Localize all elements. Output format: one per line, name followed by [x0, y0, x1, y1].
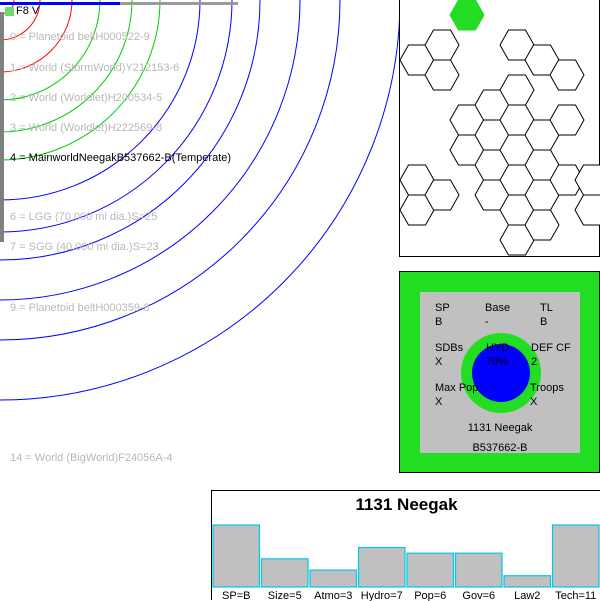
tick-label: Size=5 [268, 590, 302, 601]
orbit-ring [0, 0, 161, 161]
sdbs-value: X [435, 356, 443, 368]
orbit-label-7[interactable]: 7 = SGG (40,000 mi dia.)S=23 [10, 241, 159, 253]
orbit-ring [0, 0, 401, 401]
tick-label: Hydro=7 [361, 590, 403, 601]
tl-label: TL [540, 302, 553, 314]
def-cf-value: 2 [531, 356, 538, 368]
sp-label: SP [435, 302, 450, 314]
bar-tech-11 [551, 524, 600, 588]
def-cf-label: DEF CF [531, 342, 571, 354]
orbit-label-6[interactable]: 6 = LGG (70,000 mi dia.)S=25 [10, 211, 157, 223]
uwp-panel: SP B Base - TL B SDBs X HYD 70% DEF CF 2… [399, 271, 600, 473]
uwp-inner-panel: SP B Base - TL B SDBs X HYD 70% DEF CF 2… [420, 292, 580, 454]
bar-hydro-7 [357, 546, 406, 588]
stats-chart-panel: 1131 Neegak SP=B Size=5 Atmo=3 Hydro=7 Pop=6… [211, 490, 600, 601]
max-pop-label: Max Pop [435, 382, 479, 394]
uwp-code: B537662-B [472, 442, 528, 454]
tick-label: Gov=6 [462, 590, 495, 601]
tick-label: SP=B [222, 590, 250, 601]
bar-law2 [503, 575, 552, 588]
bar-sp-b [212, 524, 261, 588]
hyd-value: 70% [486, 356, 509, 368]
sp-value: B [435, 316, 443, 328]
base-value: - [485, 316, 489, 328]
bar-atmo-3 [309, 569, 358, 588]
hex-cell[interactable] [574, 194, 600, 226]
troops-value: X [530, 396, 538, 408]
tick-label: Law2 [514, 590, 540, 601]
base-label: Base [485, 302, 511, 314]
tick-label: Atmo=3 [314, 590, 352, 601]
orbit-label-1[interactable]: 1 = World (StormWorld)Y212153-6 [10, 62, 179, 74]
hex-cell[interactable] [574, 164, 600, 196]
tick-label: Tech=11 [555, 590, 596, 601]
orbit-label-9[interactable]: 9 = Planetoid beltH000359-8 [10, 302, 150, 314]
hyd-label: HYD [486, 342, 510, 354]
bar-gov-6 [454, 552, 503, 588]
troops-label: Troops [530, 382, 564, 394]
orbit-ring [0, 0, 101, 101]
orbit-label-14[interactable]: 14 = World (BigWorld)F24056A-4 [10, 452, 173, 464]
bar-pop-6 [406, 552, 455, 588]
orbit-label-3[interactable]: 3 = World (Worldlet)H222569-8 [10, 122, 162, 134]
max-pop-value: X [435, 396, 443, 408]
orbit-label-2[interactable]: 2 = World (Worldlet)H200534-5 [10, 92, 162, 104]
hex-name: 1131 Neegak [467, 422, 533, 434]
orbit-label-0[interactable]: 0 = Planetoid beltH000522-9 [10, 31, 150, 43]
bar-size-5 [260, 558, 309, 588]
hex-map-panel [399, 0, 600, 257]
orbit-label-mainworld[interactable]: 4 = MainworldNeegakB537662-B(Temperate) [10, 152, 231, 164]
star-icon [5, 7, 14, 16]
sdbs-label: SDBs [435, 342, 464, 354]
orbit-scrollbar[interactable] [0, 12, 4, 242]
hex-map[interactable] [400, 0, 600, 257]
star-label: F8 V [16, 5, 40, 17]
stats-bar-chart: SP=B Size=5 Atmo=3 Hydro=7 Pop=6 Gov=6 Law2 Tec… [212, 524, 600, 601]
hex-cell-selected[interactable] [449, 0, 485, 31]
scroll-track [120, 2, 238, 5]
tick-label: Pop=6 [414, 590, 446, 601]
tl-value: B [540, 316, 548, 328]
orbit-ring [0, 0, 301, 301]
